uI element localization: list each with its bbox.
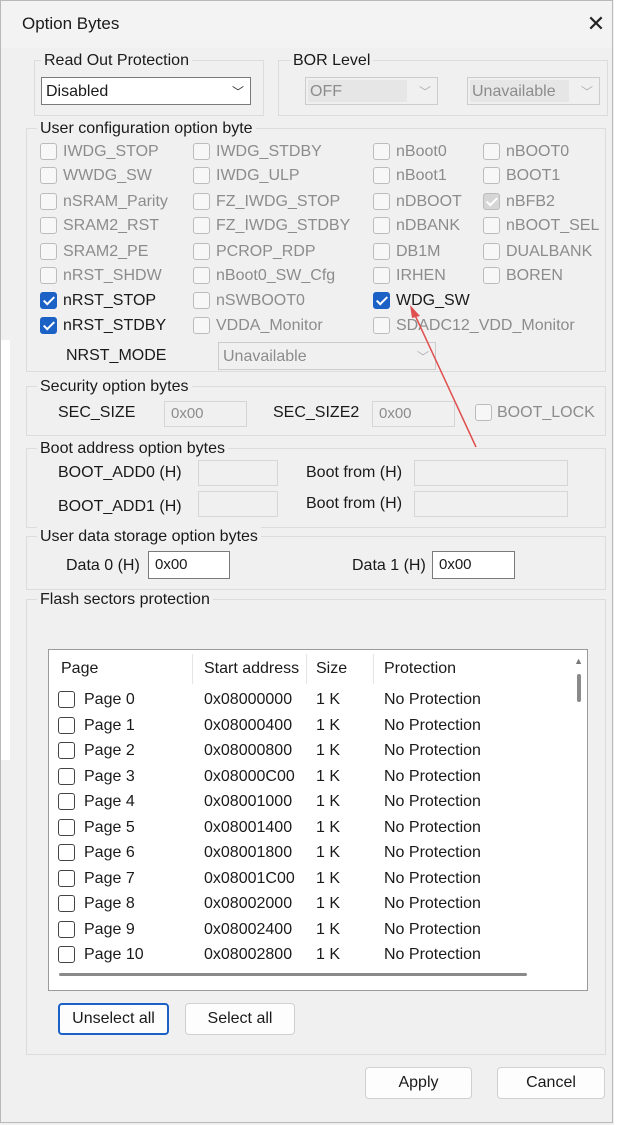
annotation-arrow	[410, 305, 477, 448]
